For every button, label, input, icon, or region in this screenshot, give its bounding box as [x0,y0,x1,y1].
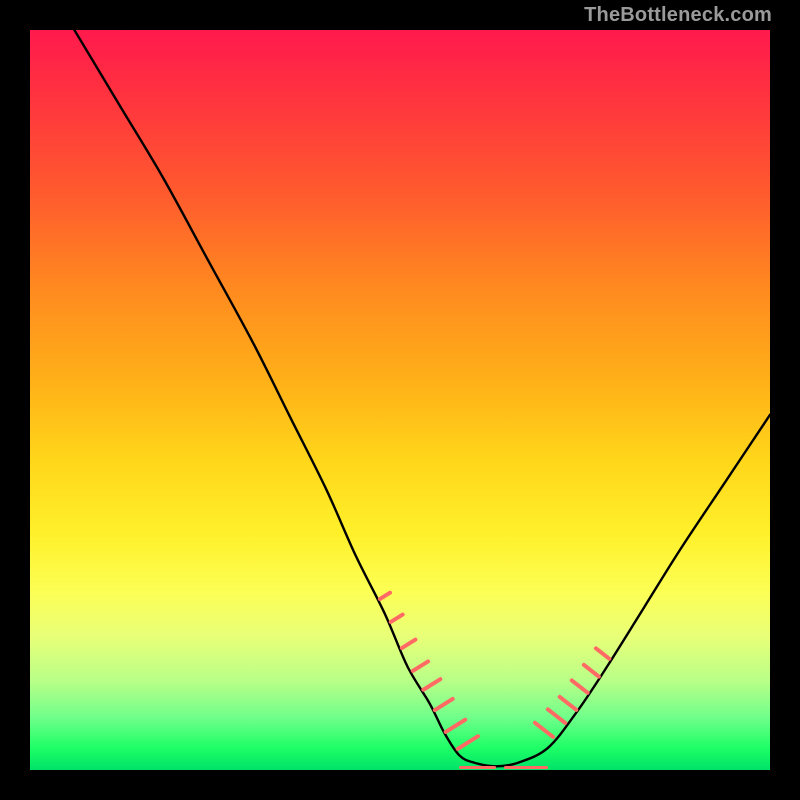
bottom-ridge [459,766,496,769]
bottleneck-curve [74,30,770,766]
watermark-text: TheBottleneck.com [584,4,772,27]
plot-area [30,30,770,770]
chart-container: TheBottleneck.com [0,0,800,800]
bottom-ridge [504,766,548,769]
curve-svg [30,30,770,770]
